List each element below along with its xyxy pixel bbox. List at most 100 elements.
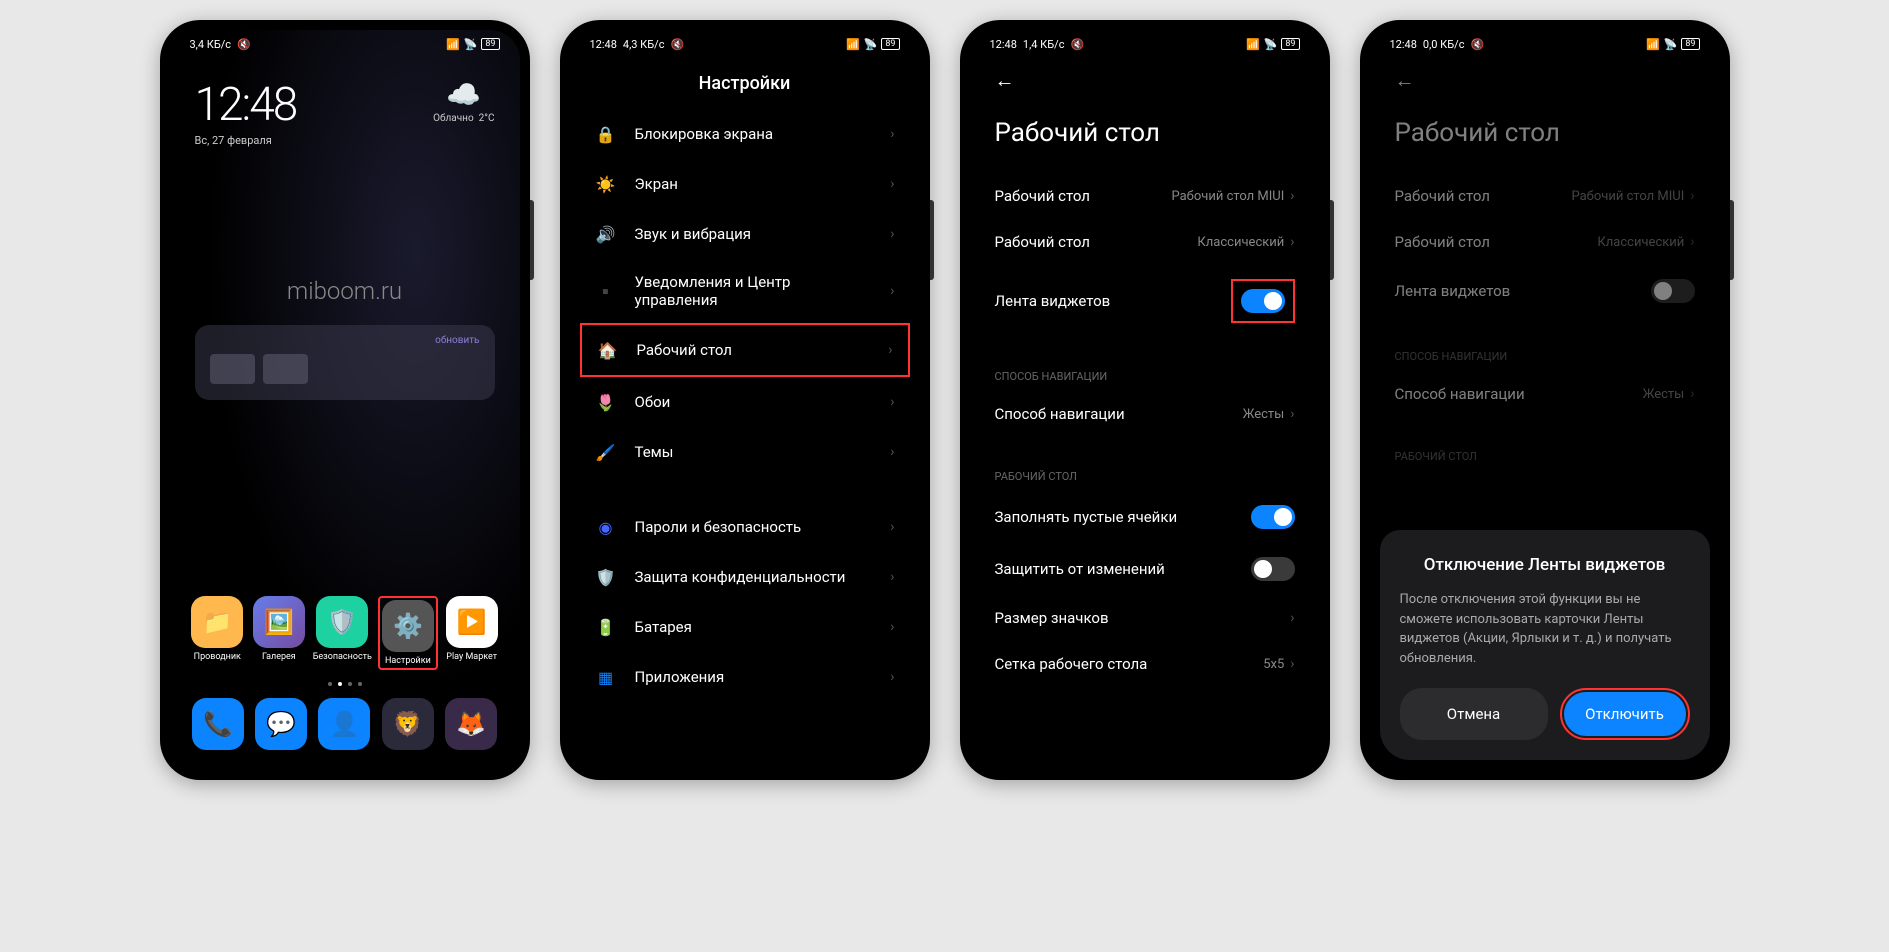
settings-sound[interactable]: 🔊 Звук и вибрация › bbox=[580, 209, 910, 259]
settings-display[interactable]: ☀️ Экран › bbox=[580, 159, 910, 209]
battery-icon: 89 bbox=[1681, 38, 1699, 50]
chevron-right-icon: › bbox=[890, 226, 894, 242]
dialog-title: Отключение Ленты виджетов bbox=[1400, 555, 1690, 575]
settings-list: 🔒 Блокировка экрана › ☀️ Экран › 🔊 Звук … bbox=[570, 109, 920, 702]
app-gallery[interactable]: 🖼️ Галерея bbox=[251, 596, 307, 670]
status-bar: 12:48 4,3 КБ/с 🔇 📶 📡 89 bbox=[570, 30, 920, 58]
dock-phone[interactable]: 📞 bbox=[190, 698, 247, 750]
phone-3: 12:48 1,4 КБ/с 🔇 📶 📡 89 ← Рабочий стол Р… bbox=[960, 20, 1330, 780]
lock-icon: 🔒 bbox=[595, 123, 617, 145]
confirm-button[interactable]: Отключить bbox=[1564, 692, 1686, 736]
section-navigation: СПОСОБ НАВИГАЦИИ bbox=[1370, 342, 1720, 371]
battery-icon: 89 bbox=[1281, 38, 1299, 50]
phone-1: 3,4 КБ/с 🔇 📶 📡 89 12:48 Вс, 27 февраля ☁… bbox=[160, 20, 530, 780]
fill-cells-toggle[interactable] bbox=[1251, 505, 1295, 529]
row-layout-style[interactable]: Рабочий стол Классический › bbox=[970, 219, 1320, 265]
chevron-right-icon: › bbox=[1290, 656, 1294, 672]
watermark: miboom.ru bbox=[170, 277, 520, 305]
clock-date: Вс, 27 февраля bbox=[195, 134, 297, 147]
row-icon-size[interactable]: Размер значков › bbox=[970, 595, 1320, 641]
shield-icon: 🛡️ bbox=[316, 596, 368, 648]
chevron-right-icon: › bbox=[888, 342, 892, 358]
status-time: 12:48 bbox=[1390, 38, 1417, 51]
speaker-icon: 🔊 bbox=[595, 223, 617, 245]
chevron-right-icon: › bbox=[890, 444, 894, 460]
lock-layout-toggle[interactable] bbox=[1251, 557, 1295, 581]
battery-icon: 89 bbox=[881, 38, 899, 50]
dock-browser[interactable]: 🦁 bbox=[379, 698, 436, 750]
battery-icon: 89 bbox=[481, 38, 499, 50]
row-launcher[interactable]: Рабочий стол Рабочий стол MIUI › bbox=[970, 173, 1320, 219]
row-lock-layout: Защитить от изменений bbox=[970, 543, 1320, 595]
notification-icon: ▪️ bbox=[595, 280, 617, 302]
chevron-right-icon: › bbox=[1290, 188, 1294, 204]
do-not-disturb-icon: 🔇 bbox=[670, 38, 684, 51]
app-row: 📁 Проводник 🖼️ Галерея 🛡️ Безопасность ⚙… bbox=[170, 596, 520, 670]
app-file-manager[interactable]: 📁 Проводник bbox=[190, 596, 246, 670]
wifi-icon: 📡 bbox=[864, 38, 878, 51]
highlight-settings-app: ⚙️ Настройки bbox=[378, 596, 438, 670]
highlight-toggle bbox=[1231, 279, 1295, 323]
settings-passwords[interactable]: ◉ Пароли и безопасность › bbox=[580, 502, 910, 552]
settings-lockscreen[interactable]: 🔒 Блокировка экрана › bbox=[580, 109, 910, 159]
weather-widget[interactable]: ☁️ Облачно 2°C bbox=[433, 78, 494, 147]
page-title: Рабочий стол bbox=[1370, 103, 1720, 173]
settings-notifications[interactable]: ▪️ Уведомления и Центр управления › bbox=[580, 259, 910, 323]
row-widget-feed: Лента виджетов bbox=[970, 265, 1320, 337]
row-grid-size[interactable]: Сетка рабочего стола 5x5 › bbox=[970, 641, 1320, 687]
cancel-button[interactable]: Отмена bbox=[1400, 688, 1548, 740]
app-play-store[interactable]: ▶️ Play Маркет bbox=[444, 596, 500, 670]
do-not-disturb-icon: 🔇 bbox=[1070, 38, 1084, 51]
phone-icon: 📞 bbox=[192, 698, 244, 750]
signal-icon: 📶 bbox=[446, 38, 460, 51]
back-button[interactable]: ← bbox=[995, 68, 1015, 92]
widget-update-link[interactable]: обновить bbox=[210, 335, 480, 346]
row-widget-feed: Лента виджетов bbox=[1370, 265, 1720, 317]
gear-icon: ⚙️ bbox=[382, 600, 434, 652]
clock-widget[interactable]: 12:48 Вс, 27 февраля bbox=[195, 78, 297, 147]
chevron-right-icon: › bbox=[890, 394, 894, 410]
dock: 📞 💬 👤 🦁 🦊 bbox=[170, 698, 520, 770]
signal-icon: 📶 bbox=[1246, 38, 1260, 51]
battery-icon: 🔋 bbox=[595, 616, 617, 638]
app-settings[interactable]: ⚙️ Настройки bbox=[382, 600, 434, 666]
section-navigation: СПОСОБ НАВИГАЦИИ bbox=[970, 362, 1320, 391]
dock-firefox[interactable]: 🦊 bbox=[442, 698, 499, 750]
row-nav-method: Способ навигации Жесты › bbox=[1370, 371, 1720, 417]
settings-wallpaper[interactable]: 🌷 Обои › bbox=[580, 377, 910, 427]
widget-card[interactable]: обновить bbox=[195, 325, 495, 400]
dialog-text: После отключения этой функции вы не смож… bbox=[1400, 590, 1690, 668]
status-bar: 3,4 КБ/с 🔇 📶 📡 89 bbox=[170, 30, 520, 58]
section-homescreen: РАБОЧИЙ СТОЛ bbox=[1370, 442, 1720, 471]
message-icon: 💬 bbox=[255, 698, 307, 750]
cloud-icon: ☁️ bbox=[433, 78, 494, 111]
settings-battery[interactable]: 🔋 Батарея › bbox=[580, 602, 910, 652]
browser-icon: 🦁 bbox=[382, 698, 434, 750]
chevron-right-icon: › bbox=[890, 619, 894, 635]
settings-homescreen[interactable]: 🏠 Рабочий стол › bbox=[580, 323, 910, 377]
row-launcher: Рабочий стол Рабочий стол MIUI › bbox=[1370, 173, 1720, 219]
network-speed: 1,4 КБ/с bbox=[1023, 38, 1065, 51]
dock-messages[interactable]: 💬 bbox=[253, 698, 310, 750]
wifi-icon: 📡 bbox=[1664, 38, 1678, 51]
settings-themes[interactable]: 🖌️ Темы › bbox=[580, 427, 910, 477]
widget-feed-toggle bbox=[1651, 279, 1695, 303]
chevron-right-icon: › bbox=[890, 669, 894, 685]
gallery-icon: 🖼️ bbox=[253, 596, 305, 648]
wifi-icon: 📡 bbox=[1264, 38, 1278, 51]
row-layout-style: Рабочий стол Классический › bbox=[1370, 219, 1720, 265]
page-title: Настройки bbox=[590, 73, 900, 94]
chevron-right-icon: › bbox=[890, 126, 894, 142]
settings-privacy[interactable]: 🛡️ Защита конфиденциальности › bbox=[580, 552, 910, 602]
row-nav-method[interactable]: Способ навигации Жесты › bbox=[970, 391, 1320, 437]
dock-contacts[interactable]: 👤 bbox=[316, 698, 373, 750]
widget-feed-toggle[interactable] bbox=[1241, 289, 1285, 313]
chevron-right-icon: › bbox=[890, 283, 894, 299]
status-time: 12:48 bbox=[590, 38, 617, 51]
chevron-right-icon: › bbox=[1690, 234, 1694, 250]
settings-apps[interactable]: ▦ Приложения › bbox=[580, 652, 910, 702]
chevron-right-icon: › bbox=[1290, 234, 1294, 250]
do-not-disturb-icon: 🔇 bbox=[1470, 38, 1484, 51]
phone-4: 12:48 0,0 КБ/с 🔇 📶 📡 89 ← Рабочий стол Р… bbox=[1360, 20, 1730, 780]
app-security[interactable]: 🛡️ Безопасность bbox=[313, 596, 372, 670]
